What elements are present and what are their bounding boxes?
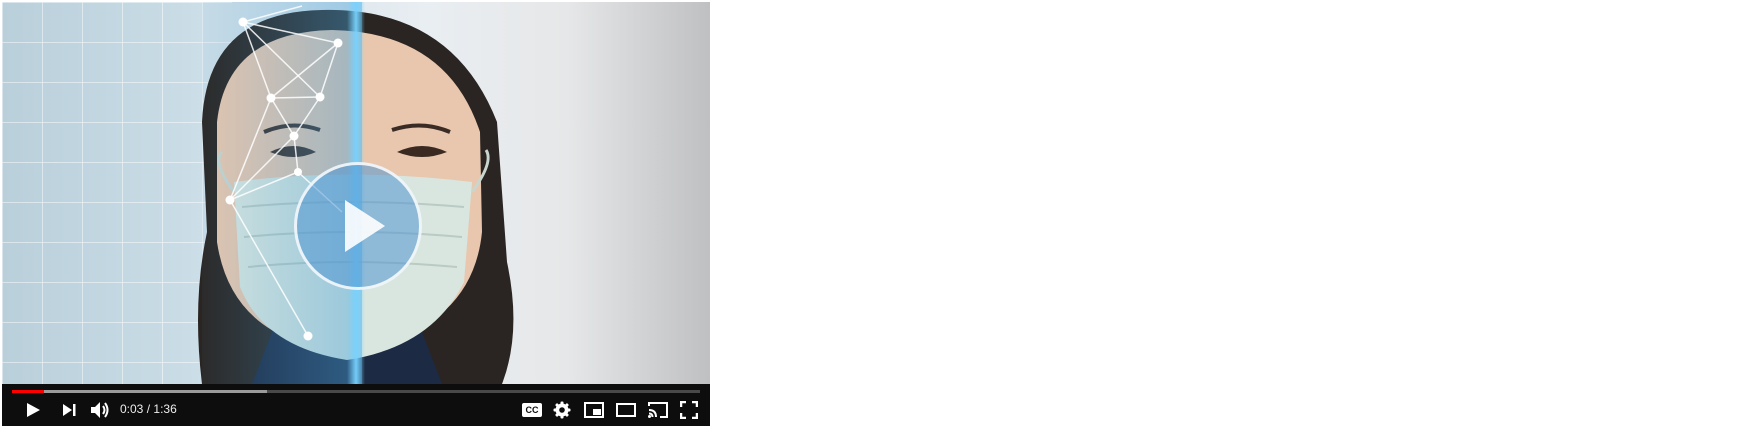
progress-loaded [12,390,267,393]
cc-icon: CC [522,403,542,417]
progress-bar[interactable] [12,390,700,393]
cc-label: CC [525,404,539,415]
play-icon [27,403,40,417]
video-frame[interactable] [2,2,710,384]
video-player[interactable]: 0:03 / 1:36 CC [2,2,710,426]
play-icon [345,200,385,252]
duration: 1:36 [153,402,177,416]
progress-played [12,390,45,393]
next-icon [63,404,76,416]
fullscreen-icon [680,401,698,419]
gear-icon [553,401,571,419]
miniplayer-icon [584,402,604,418]
captions-button[interactable]: CC [518,398,546,422]
fullscreen-button[interactable] [675,398,703,422]
cast-icon [648,402,668,418]
next-button[interactable] [55,398,83,422]
miniplayer-button[interactable] [580,398,608,422]
time-display: 0:03 / 1:36 [120,402,177,416]
volume-icon [91,402,109,418]
current-time: 0:03 [120,402,144,416]
cast-button[interactable] [644,398,672,422]
control-bar: 0:03 / 1:36 CC [2,384,710,426]
play-button[interactable] [19,398,47,422]
big-play-button[interactable] [294,162,422,290]
theater-mode-icon [616,403,636,417]
time-separator: / [146,402,151,416]
theater-mode-button[interactable] [612,398,640,422]
settings-button[interactable] [548,398,576,422]
mute-button[interactable] [86,398,114,422]
